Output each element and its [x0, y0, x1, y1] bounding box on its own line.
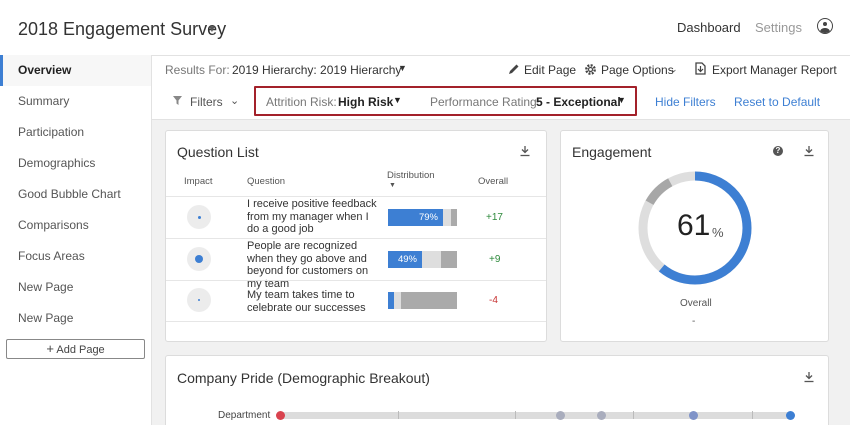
- sidebar-item-focus-areas[interactable]: Focus Areas: [0, 241, 151, 272]
- distribution-neutral: [422, 251, 441, 268]
- results-for-label: Results For:: [165, 63, 230, 77]
- distribution-bar[interactable]: [388, 292, 457, 309]
- sidebar-item-overview[interactable]: Overview: [0, 55, 151, 86]
- divider: [166, 321, 546, 322]
- engagement-subcaption: -: [692, 316, 696, 327]
- breakout-track: [280, 412, 790, 419]
- question-text[interactable]: My team takes time to celebrate our succ…: [247, 289, 382, 314]
- breakout-marker[interactable]: [688, 411, 698, 420]
- distribution-bar[interactable]: 49%: [388, 251, 457, 268]
- sidebar-item-participation[interactable]: Participation: [0, 117, 151, 148]
- nav-settings[interactable]: Settings: [755, 20, 802, 35]
- download-icon[interactable]: [804, 372, 814, 383]
- sidebar-item-new-page-2[interactable]: New Page: [0, 303, 151, 334]
- track-tick: [515, 411, 516, 419]
- overall-score: -4: [489, 295, 498, 306]
- company-pride-title: Company Pride (Demographic Breakout): [177, 370, 430, 386]
- download-icon[interactable]: [804, 146, 814, 157]
- pencil-icon: [509, 64, 519, 74]
- question-text[interactable]: People are recognized when they go above…: [247, 240, 382, 290]
- chevron-down-icon[interactable]: ▼: [393, 95, 402, 105]
- chevron-down-icon[interactable]: ⌄: [230, 94, 239, 107]
- distribution-positive: 49%: [388, 251, 422, 268]
- sidebar-item-summary[interactable]: Summary: [0, 86, 151, 117]
- overall-score: +9: [489, 254, 501, 265]
- column-overall: Overall: [478, 176, 509, 187]
- top-bar: 2018 Engagement Survey ▼ Dashboard Setti…: [0, 0, 850, 56]
- filter-icon: [173, 96, 182, 105]
- chevron-down-icon[interactable]: ▼: [207, 24, 217, 35]
- survey-title[interactable]: 2018 Engagement Survey: [18, 19, 226, 40]
- edit-page-button[interactable]: Edit Page: [524, 63, 576, 77]
- performance-rating-label: Performance Rating:: [430, 95, 541, 109]
- divider: [166, 280, 546, 281]
- filters-toggle[interactable]: Filters: [190, 95, 223, 109]
- column-impact: Impact: [184, 176, 213, 187]
- chevron-down-icon[interactable]: ⌄: [670, 64, 678, 75]
- overall-score: +17: [486, 212, 503, 223]
- distribution-bar[interactable]: 79%: [388, 209, 457, 226]
- impact-indicator: [187, 247, 211, 271]
- attrition-risk-label: Attrition Risk:: [266, 95, 337, 109]
- plus-icon: +: [46, 341, 54, 356]
- chevron-down-icon[interactable]: ▼: [398, 63, 407, 73]
- chevron-down-icon[interactable]: ▼: [617, 95, 626, 105]
- help-icon[interactable]: ?: [773, 146, 783, 156]
- gear-icon: [585, 64, 596, 75]
- breakout-marker[interactable]: [596, 411, 606, 420]
- engagement-unit: %: [712, 225, 724, 240]
- breakout-marker[interactable]: [556, 411, 565, 420]
- sidebar-item-good-bubble-chart[interactable]: Good Bubble Chart: [0, 179, 151, 210]
- hierarchy-select[interactable]: 2019 Hierarchy: 2019 Hierarchy: [232, 63, 401, 77]
- sidebar-item-comparisons[interactable]: Comparisons: [0, 210, 151, 241]
- reset-to-default-link[interactable]: Reset to Default: [734, 95, 820, 109]
- engagement-caption: Overall: [680, 298, 712, 309]
- breakout-marker[interactable]: [275, 411, 285, 420]
- download-icon[interactable]: [520, 146, 530, 157]
- track-tick: [398, 411, 399, 419]
- export-manager-report-button[interactable]: Export Manager Report: [712, 63, 837, 77]
- sidebar: Overview Summary Participation Demograph…: [0, 55, 152, 425]
- engagement-title: Engagement: [572, 144, 652, 160]
- column-distribution[interactable]: Distribution: [387, 170, 435, 181]
- breakout-marker[interactable]: [785, 411, 795, 420]
- track-tick: [633, 411, 634, 419]
- distribution-neutral: [443, 209, 451, 226]
- distribution-positive: 79%: [388, 209, 443, 226]
- sort-arrow-icon: ▼: [389, 182, 396, 189]
- distribution-neutral: [394, 292, 401, 309]
- engagement-value: 61: [677, 209, 711, 242]
- hide-filters-link[interactable]: Hide Filters: [655, 95, 716, 109]
- divider: [166, 196, 546, 197]
- question-text[interactable]: I receive positive feedback from my mana…: [247, 198, 382, 236]
- add-page-button[interactable]: + Add Page: [6, 339, 145, 359]
- question-list-title: Question List: [177, 144, 259, 160]
- add-page-label: Add Page: [56, 344, 105, 356]
- performance-rating-filter[interactable]: 5 - Exceptional: [536, 95, 621, 109]
- impact-indicator: [187, 205, 211, 229]
- sidebar-item-new-page-1[interactable]: New Page: [0, 272, 151, 303]
- track-tick: [752, 411, 753, 419]
- nav-dashboard[interactable]: Dashboard: [677, 20, 741, 35]
- breakout-row-label: Department: [218, 410, 271, 421]
- export-report-icon: [695, 62, 706, 75]
- attrition-risk-filter[interactable]: High Risk: [338, 95, 393, 109]
- divider: [166, 238, 546, 239]
- impact-indicator: [187, 288, 211, 312]
- sidebar-item-demographics[interactable]: Demographics: [0, 148, 151, 179]
- column-question: Question: [247, 176, 286, 187]
- user-avatar-icon[interactable]: [817, 18, 833, 34]
- page-options-button[interactable]: Page Options: [601, 63, 674, 77]
